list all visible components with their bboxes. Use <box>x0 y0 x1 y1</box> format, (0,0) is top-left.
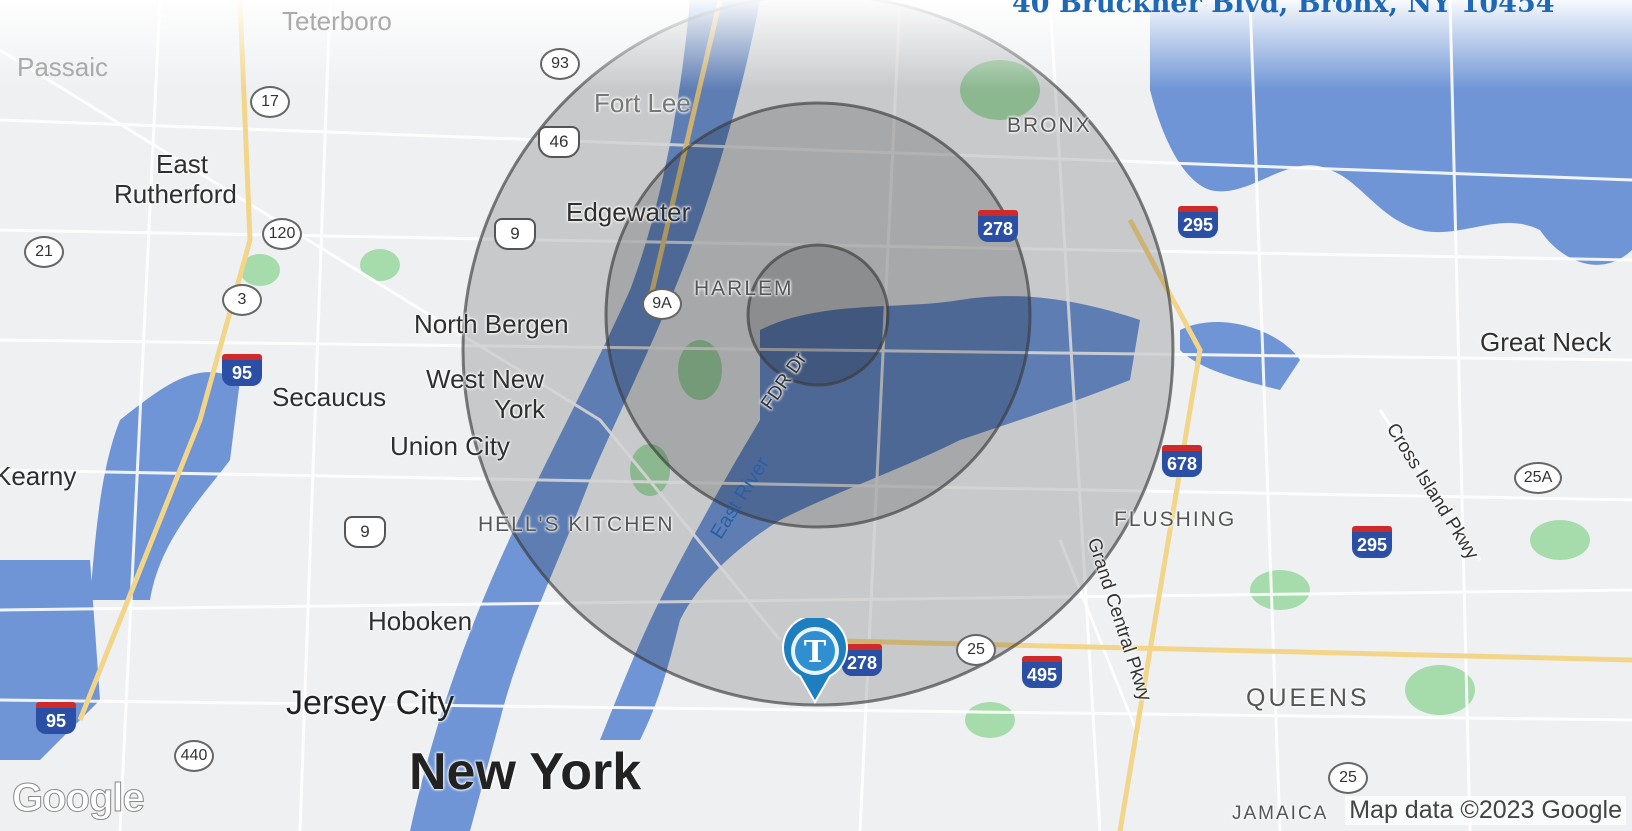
label-harlem: HARLEM <box>694 277 794 300</box>
label-flushing: FLUSHING <box>1114 508 1237 531</box>
route-shield-25-north: 25 <box>956 634 996 666</box>
label-bronx: BRONX <box>1007 114 1092 137</box>
map-pin-letter: T <box>804 635 827 670</box>
label-east-rutherford-2: Rutherford <box>114 179 237 209</box>
label-great-neck: Great Neck <box>1480 327 1612 357</box>
label-jamaica: JAMAICA <box>1232 803 1329 824</box>
route-shield-9-south: 9 <box>344 516 386 548</box>
label-west-new-york-1: West New <box>426 364 544 394</box>
address-heading: 40 Bruckner Blvd, Bronx, NY 10454 <box>1012 0 1555 19</box>
google-logo: Google <box>12 776 146 821</box>
route-shield-46: 46 <box>538 126 580 158</box>
label-east-rutherford-1: East <box>156 149 209 179</box>
map-view[interactable]: 40 Bruckner Blvd, Bronx, NY 10454 Passai… <box>0 0 1632 831</box>
label-union-city: Union City <box>390 431 510 461</box>
label-jersey-city: Jersey City <box>286 684 455 722</box>
label-teterboro: Teterboro <box>282 6 392 36</box>
label-north-bergen: North Bergen <box>414 309 569 339</box>
label-kearny: Kearny <box>0 461 77 491</box>
label-west-new-york-2: York <box>494 394 546 424</box>
interstate-shield-278-north: 278 <box>978 210 1018 242</box>
route-shield-120: 120 <box>262 218 302 250</box>
route-shield-25-south: 25 <box>1328 762 1368 794</box>
route-shield-17: 17 <box>250 86 290 118</box>
label-edgewater: Edgewater <box>566 197 691 227</box>
map-pin-icon[interactable]: T <box>780 618 850 704</box>
interstate-shield-295-south: 295 <box>1352 526 1392 558</box>
map-base-layer <box>0 0 1632 831</box>
label-hoboken: Hoboken <box>368 606 473 636</box>
interstate-shield-95-north: 95 <box>222 354 262 386</box>
route-shield-93: 93 <box>540 48 580 80</box>
interstate-shield-95-south: 95 <box>36 702 76 734</box>
route-shield-9a: 9A <box>642 288 682 320</box>
route-shield-21: 21 <box>24 236 64 268</box>
interstate-shield-678: 678 <box>1162 445 1202 477</box>
label-hells-kitchen: HELL'S KITCHEN <box>478 513 675 536</box>
interstate-shield-495: 495 <box>1022 656 1062 688</box>
label-new-york: New York <box>409 743 642 801</box>
label-passaic: Passaic <box>17 52 109 82</box>
route-shield-3: 3 <box>222 284 262 316</box>
route-shield-25a: 25A <box>1514 462 1562 494</box>
label-secaucus: Secaucus <box>272 382 387 412</box>
map-attribution[interactable]: Map data ©2023 Google <box>1345 796 1626 825</box>
radius-rings <box>461 0 1175 707</box>
label-queens: QUEENS <box>1246 684 1370 712</box>
route-shield-9-north: 9 <box>494 218 536 250</box>
interstate-shield-295-north: 295 <box>1178 206 1218 238</box>
route-shield-440: 440 <box>174 740 214 772</box>
label-fort-lee: Fort Lee <box>594 88 691 118</box>
